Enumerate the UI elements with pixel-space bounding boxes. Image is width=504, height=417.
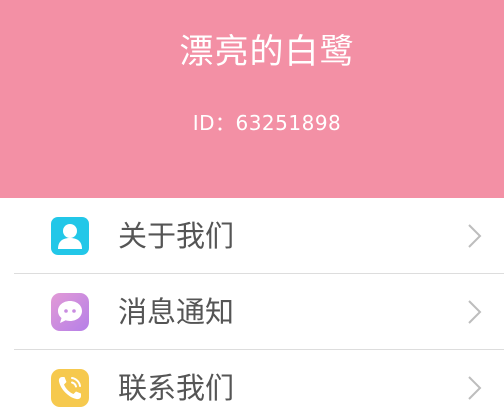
settings-menu: 关于我们 消息通知 联系我们 — [0, 198, 504, 417]
chat-bubble-icon — [51, 293, 89, 331]
profile-header: 漂亮的白鹭 ID：63251898 — [0, 0, 504, 198]
chevron-right-icon — [468, 224, 482, 248]
chevron-right-icon — [468, 376, 482, 400]
user-id: ID：63251898 — [192, 111, 342, 135]
profile-page: 漂亮的白鹭 ID：63251898 关于我们 消息通知 联系我们 — [0, 0, 504, 417]
chevron-right-icon — [468, 300, 482, 324]
menu-item-contact-us[interactable]: 联系我们 — [0, 350, 504, 417]
phone-icon — [51, 369, 89, 407]
menu-item-label: 消息通知 — [118, 295, 235, 329]
menu-item-label: 关于我们 — [118, 219, 235, 253]
user-nickname: 漂亮的白鹭 — [179, 32, 355, 72]
menu-item-notifications[interactable]: 消息通知 — [0, 274, 504, 350]
menu-item-label: 联系我们 — [118, 371, 235, 405]
user-icon — [51, 217, 89, 255]
menu-item-about-us[interactable]: 关于我们 — [0, 198, 504, 274]
